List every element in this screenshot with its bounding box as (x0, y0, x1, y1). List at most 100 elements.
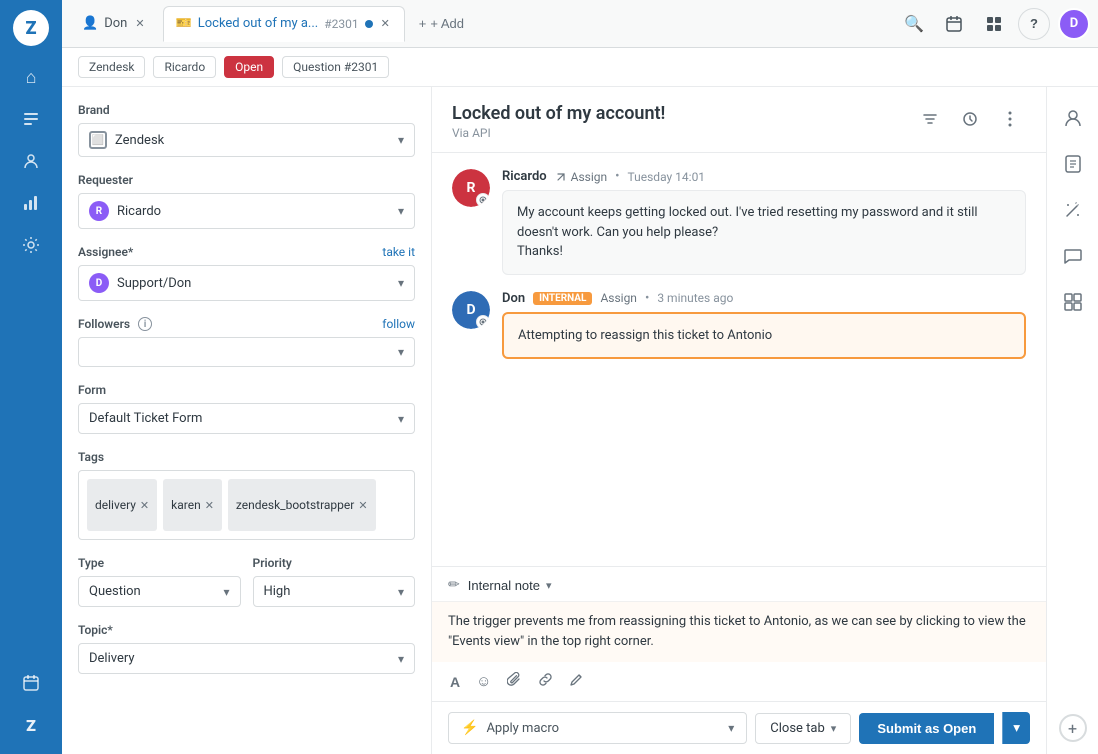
search-button[interactable]: 🔍 (898, 8, 930, 40)
form-field: Form Default Ticket Form ▾ (78, 383, 415, 434)
topic-chevron: ▾ (398, 652, 404, 666)
message-meta-2: Don internal Assign • 3 minutes ago (502, 291, 1026, 306)
content-area: Brand ⬜ Zendesk ▾ Requester R (62, 87, 1098, 754)
followers-field: Followers i follow ▾ (78, 317, 415, 367)
requester-field: Requester R Ricardo ▾ (78, 173, 415, 229)
attach-button[interactable] (505, 670, 524, 693)
calendar-icon[interactable] (12, 664, 50, 702)
compose-type-chevron: ▾ (546, 579, 552, 592)
tickets-icon[interactable] (12, 100, 50, 138)
more-options-button[interactable] (994, 103, 1026, 135)
compose-type-button[interactable]: Internal note ▾ (468, 578, 552, 593)
emoji-button[interactable]: ☺ (474, 671, 493, 692)
close-tab-button[interactable]: Close tab ▾ (755, 713, 851, 744)
ticket-header-actions (914, 103, 1026, 135)
tag-karen-remove[interactable]: ✕ (205, 499, 214, 512)
brand-select[interactable]: ⬜ Zendesk ▾ (78, 123, 415, 157)
brand-box-icon: ⬜ (89, 131, 107, 149)
apps-sidebar-icon[interactable] (1054, 283, 1092, 321)
form-label: Form (78, 383, 415, 397)
apps-button[interactable] (978, 8, 1010, 40)
priority-select[interactable]: High ▾ (253, 576, 416, 607)
reporting-icon[interactable] (12, 184, 50, 222)
internal-badge: internal (533, 292, 592, 305)
link-button[interactable] (536, 670, 555, 693)
tags-field: Tags delivery ✕ karen ✕ zendesk_bootstra… (78, 450, 415, 540)
ticket-title-area: Locked out of my account! Via API (452, 103, 665, 140)
messages-area: R Ricardo (432, 153, 1046, 566)
add-tab-button[interactable]: + + Add (409, 12, 474, 35)
message-author-2: Don (502, 291, 525, 306)
admin-icon[interactable] (12, 226, 50, 264)
followers-select[interactable]: ▾ (78, 337, 415, 367)
ticket-tab-close[interactable]: ✕ (379, 15, 392, 32)
breadcrumb-question[interactable]: Question #2301 (282, 56, 389, 78)
tags-label: Tags (78, 450, 415, 464)
help-button[interactable]: ? (1018, 8, 1050, 40)
message-time-1: Tuesday 14:01 (628, 170, 706, 184)
compose-body[interactable]: The trigger prevents me from reassigning… (432, 602, 1046, 662)
zendesk-bottom-logo[interactable]: Z (12, 706, 50, 744)
compose-type-label: Internal note (468, 578, 540, 593)
add-icon: + (419, 16, 427, 31)
wand-icon[interactable] (1054, 191, 1092, 229)
submit-button[interactable]: Submit as Open (859, 713, 994, 744)
message-row: R Ricardo (452, 169, 1026, 275)
tags-input[interactable]: delivery ✕ karen ✕ zendesk_bootstrapper … (78, 470, 415, 540)
ticket-title: Locked out of my account! (452, 103, 665, 124)
redact-button[interactable] (567, 670, 586, 693)
macro-select[interactable]: ⚡ Apply macro ▾ (448, 712, 747, 744)
topic-field: Topic* Delivery ▾ (78, 623, 415, 674)
type-select[interactable]: Question ▾ (78, 576, 241, 607)
take-it-link[interactable]: take it (382, 245, 415, 259)
breadcrumb-open[interactable]: Open (224, 56, 274, 78)
compose-toolbar: A ☺ (432, 662, 1046, 701)
requester-avatar: R (89, 201, 109, 221)
assign-link-1[interactable]: Assign (555, 170, 608, 184)
message-content-1: Ricardo Assign • Tuesday 14:01 My (502, 169, 1026, 275)
tag-zendesk-bootstrapper-remove[interactable]: ✕ (358, 499, 367, 512)
breadcrumb-ricardo[interactable]: Ricardo (153, 56, 216, 78)
message-content-2: Don internal Assign • 3 minutes ago Atte… (502, 291, 1026, 360)
calendar-button[interactable] (938, 8, 970, 40)
follow-link[interactable]: follow (382, 317, 415, 331)
events-button[interactable] (954, 103, 986, 135)
type-chevron: ▾ (223, 585, 229, 599)
submit-chevron-button[interactable]: ▾ (1002, 712, 1030, 744)
form-select[interactable]: Default Ticket Form ▾ (78, 403, 415, 434)
topic-label: Topic* (78, 623, 415, 637)
don-tab-close[interactable]: ✕ (133, 15, 146, 32)
followers-info-icon[interactable]: i (138, 317, 152, 331)
assign-link-2[interactable]: Assign (600, 291, 637, 305)
assignee-value: Support/Don (117, 276, 191, 291)
close-tab-chevron: ▾ (831, 722, 837, 735)
macro-flash-icon: ⚡ (461, 720, 478, 736)
app-logo[interactable]: Z (13, 10, 49, 46)
user-avatar[interactable]: D (1058, 8, 1090, 40)
requester-select[interactable]: R Ricardo ▾ (78, 193, 415, 229)
topic-select[interactable]: Delivery ▾ (78, 643, 415, 674)
ticket-tab[interactable]: 🎫 Locked out of my a... #2301 ✕ (163, 6, 405, 42)
breadcrumb-zendesk[interactable]: Zendesk (78, 56, 145, 78)
user-profile-icon[interactable] (1054, 99, 1092, 137)
brand-value: Zendesk (115, 133, 164, 148)
message-meta-1: Ricardo Assign • Tuesday 14:01 (502, 169, 1026, 184)
requester-chevron: ▾ (398, 204, 404, 218)
message-body-1: My account keeps getting locked out. I'v… (502, 190, 1026, 275)
format-button[interactable]: A (448, 672, 462, 692)
add-sidebar-button[interactable]: + (1059, 714, 1087, 742)
knowledge-icon[interactable] (1054, 145, 1092, 183)
requester-label: Requester (78, 173, 415, 187)
tag-delivery: delivery ✕ (87, 479, 157, 531)
customers-icon[interactable] (12, 142, 50, 180)
priority-label: Priority (253, 556, 416, 570)
priority-value: High (264, 584, 291, 599)
tag-delivery-remove[interactable]: ✕ (140, 499, 149, 512)
don-tab[interactable]: 👤 Don ✕ (70, 6, 159, 42)
priority-chevron: ▾ (398, 585, 404, 599)
assignee-select[interactable]: D Support/Don ▾ (78, 265, 415, 301)
form-value: Default Ticket Form (89, 411, 202, 426)
filter-button[interactable] (914, 103, 946, 135)
home-icon[interactable]: ⌂ (12, 58, 50, 96)
chat-icon[interactable] (1054, 237, 1092, 275)
